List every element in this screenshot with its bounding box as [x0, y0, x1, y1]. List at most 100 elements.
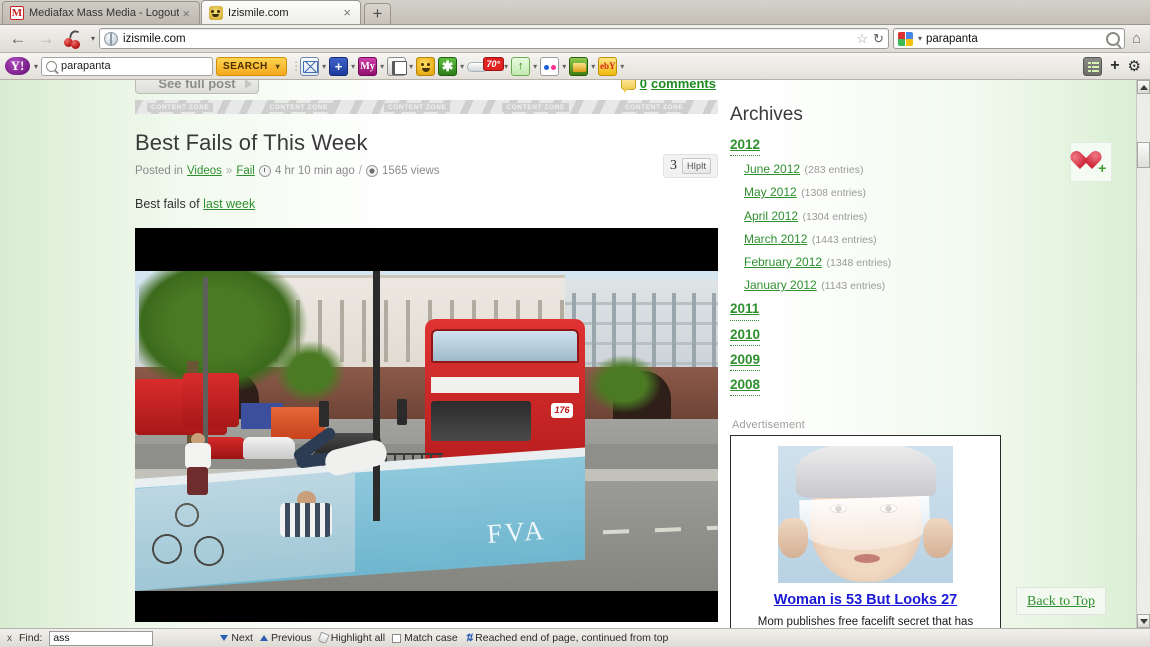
find-bar: x Find: ass Next Previous Highlight all …: [0, 628, 1150, 647]
yahoo-search-input[interactable]: parapanta: [41, 56, 214, 76]
reload-icon[interactable]: ↻: [873, 31, 884, 47]
archive-year-2010[interactable]: 2010: [730, 325, 761, 346]
search-icon[interactable]: [1105, 31, 1120, 46]
gear-icon[interactable]: ⚙: [1128, 59, 1141, 74]
advertisement-box[interactable]: Woman is 53 But Looks 27 Mom publishes f…: [730, 435, 1001, 628]
archive-year-2008[interactable]: 2008: [730, 375, 761, 397]
weather-icon[interactable]: 70°: [467, 56, 505, 76]
cherry-button[interactable]: [62, 28, 86, 50]
close-icon[interactable]: ×: [179, 7, 193, 20]
post-category-link[interactable]: Videos: [187, 165, 222, 177]
last-week-link[interactable]: last week: [203, 197, 255, 211]
archive-year-2011[interactable]: 2011: [730, 299, 760, 321]
archive-year-2009[interactable]: 2009: [730, 350, 761, 372]
toolbar-right-group: + ⚙: [1083, 56, 1145, 76]
search-bar[interactable]: ▾ parapanta: [892, 28, 1125, 49]
list-view-icon[interactable]: [1083, 56, 1103, 76]
scroll-down-button[interactable]: [1137, 614, 1150, 628]
new-tab-button[interactable]: +: [364, 3, 392, 24]
archive-month-april-2012[interactable]: April 2012: [744, 209, 798, 223]
video-player[interactable]: 176 FVA: [135, 228, 718, 622]
comment-bubble-icon: [620, 80, 636, 93]
hipit-button-label[interactable]: HIpIt: [681, 158, 711, 174]
list-item: May 2012 (1308 entries): [730, 180, 1015, 203]
list-item: January 2012 (1143 entries): [730, 273, 1015, 296]
yahoo-logo-icon[interactable]: Y!: [5, 57, 30, 75]
find-previous-button[interactable]: Previous: [259, 632, 312, 644]
asterisk-icon[interactable]: ✱: [438, 56, 458, 76]
home-icon[interactable]: ⌂: [1129, 30, 1144, 47]
chevron-down-icon[interactable]: ▾: [918, 34, 922, 43]
match-case-label: Match case: [404, 632, 458, 644]
highlight-all-button[interactable]: Highlight all: [317, 631, 385, 645]
page-title: Best Fails of This Week: [135, 130, 368, 155]
chevron-down-icon[interactable]: ▾: [533, 62, 537, 71]
yahoo-search-value[interactable]: parapanta: [61, 60, 111, 72]
chevron-down-icon[interactable]: ▾: [409, 62, 413, 71]
forward-button[interactable]: →: [34, 28, 58, 50]
bookmark-add-icon[interactable]: +: [329, 56, 349, 76]
entry-count: (1143 entries): [821, 280, 886, 293]
search-icon: [46, 60, 58, 72]
chevron-down-icon[interactable]: ▾: [34, 62, 38, 71]
post-time-ago: 4 hr 10 min ago: [274, 165, 355, 177]
archive-month-june-2012[interactable]: June 2012: [744, 162, 800, 176]
chevron-down-icon[interactable]: ▾: [380, 62, 384, 71]
post-body: Best fails of last week: [135, 197, 718, 211]
category-separator: »: [225, 165, 233, 177]
chevron-down-icon[interactable]: ▾: [351, 62, 355, 71]
browser-tab-mediafax[interactable]: M Mediafax Mass Media - Logout ×: [2, 1, 201, 24]
close-icon[interactable]: ×: [340, 6, 354, 19]
back-button[interactable]: ←: [6, 28, 30, 50]
browser-tab-izismile[interactable]: Izismile.com ×: [201, 0, 362, 24]
briefcase-icon[interactable]: [569, 56, 589, 76]
my-yahoo-icon[interactable]: My: [358, 56, 378, 76]
post-subcategory-link[interactable]: Fail: [236, 165, 255, 177]
smiley-icon[interactable]: [416, 56, 436, 76]
url-bar[interactable]: izismile.com ☆ ↻: [99, 28, 889, 49]
flickr-icon[interactable]: [540, 56, 560, 76]
chevron-down-icon[interactable]: ▾: [276, 62, 280, 71]
chevron-down-icon[interactable]: ▾: [562, 62, 566, 71]
vertical-scrollbar[interactable]: [1136, 80, 1150, 628]
archive-month-march-2012[interactable]: March 2012: [744, 232, 807, 246]
chevron-down-icon[interactable]: ▾: [620, 62, 624, 71]
chevron-down-icon[interactable]: ▾: [91, 34, 95, 43]
bookmark-star-icon[interactable]: ☆: [856, 31, 868, 47]
yahoo-search-button[interactable]: SEARCH ▾: [216, 56, 288, 76]
mail-icon[interactable]: [300, 56, 320, 76]
match-case-checkbox[interactable]: Match case: [392, 632, 458, 644]
share-icon[interactable]: ↑: [511, 56, 531, 76]
notepad-icon[interactable]: [387, 56, 408, 76]
search-input[interactable]: parapanta: [926, 33, 1102, 45]
yahoo-toolbar: Y! ▾ parapanta SEARCH ▾ ⋮ ▾ + ▾ My ▾ ▾ ✱…: [0, 53, 1150, 80]
scroll-up-button[interactable]: [1137, 80, 1150, 94]
archive-year-2012[interactable]: 2012: [730, 135, 761, 157]
back-to-top-button[interactable]: Back to Top: [1016, 587, 1106, 615]
see-full-post-button[interactable]: See full post: [135, 80, 259, 94]
add-tab-icon[interactable]: +: [1110, 58, 1119, 74]
close-icon[interactable]: x: [7, 633, 12, 644]
chevron-down-icon[interactable]: ▾: [591, 62, 595, 71]
chevron-down-icon[interactable]: ▾: [322, 62, 326, 71]
checkbox-icon[interactable]: [392, 633, 402, 643]
comments-label: comments: [650, 80, 716, 91]
chevron-down-icon[interactable]: ▾: [460, 62, 464, 71]
archive-month-may-2012[interactable]: May 2012: [744, 185, 797, 199]
archives-list: 2012 June 2012 (283 entries) May 2012 (1…: [730, 132, 1015, 397]
add-to-favorites-button[interactable]: +: [1070, 142, 1112, 182]
entry-count: (1348 entries): [826, 257, 892, 269]
find-input[interactable]: ass: [49, 630, 154, 646]
entry-count: (1443 entries): [811, 233, 877, 246]
chevron-down-icon[interactable]: ▾: [504, 62, 508, 71]
ebay-icon[interactable]: ebY: [598, 56, 618, 76]
url-input[interactable]: izismile.com: [123, 33, 851, 45]
tree-small: [275, 341, 345, 403]
hipit-badge[interactable]: 3 HIpIt: [662, 154, 718, 178]
archive-month-january-2012[interactable]: January 2012: [744, 278, 817, 292]
scrollbar-thumb[interactable]: [1137, 142, 1150, 168]
comments-link[interactable]: 0 comments: [620, 80, 716, 93]
advertisement-headline-link[interactable]: Woman is 53 But Looks 27: [774, 592, 957, 608]
find-next-button[interactable]: Next: [220, 632, 253, 644]
archive-month-february-2012[interactable]: February 2012: [744, 255, 822, 269]
